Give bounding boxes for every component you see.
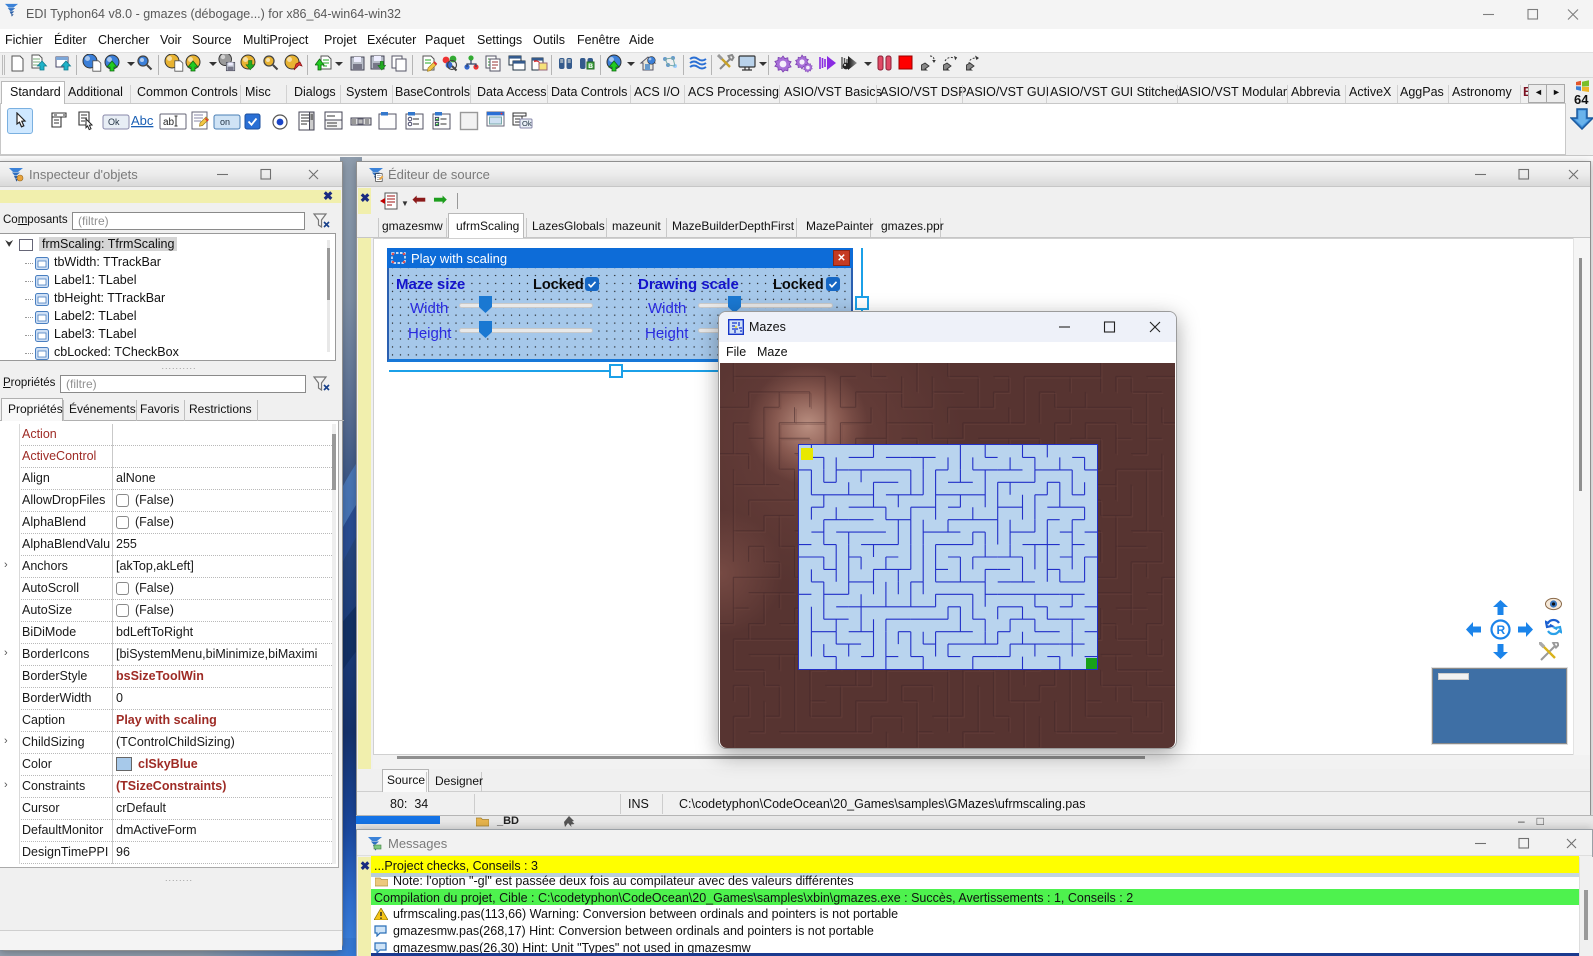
svg-text:B: B bbox=[588, 63, 593, 70]
svg-text:Ok: Ok bbox=[522, 119, 532, 128]
svg-text:Ok: Ok bbox=[108, 117, 120, 127]
svg-text:on: on bbox=[220, 117, 230, 127]
svg-text:Abc: Abc bbox=[131, 113, 154, 128]
svg-text:ab: ab bbox=[163, 117, 175, 128]
svg-text:R: R bbox=[1497, 623, 1506, 637]
